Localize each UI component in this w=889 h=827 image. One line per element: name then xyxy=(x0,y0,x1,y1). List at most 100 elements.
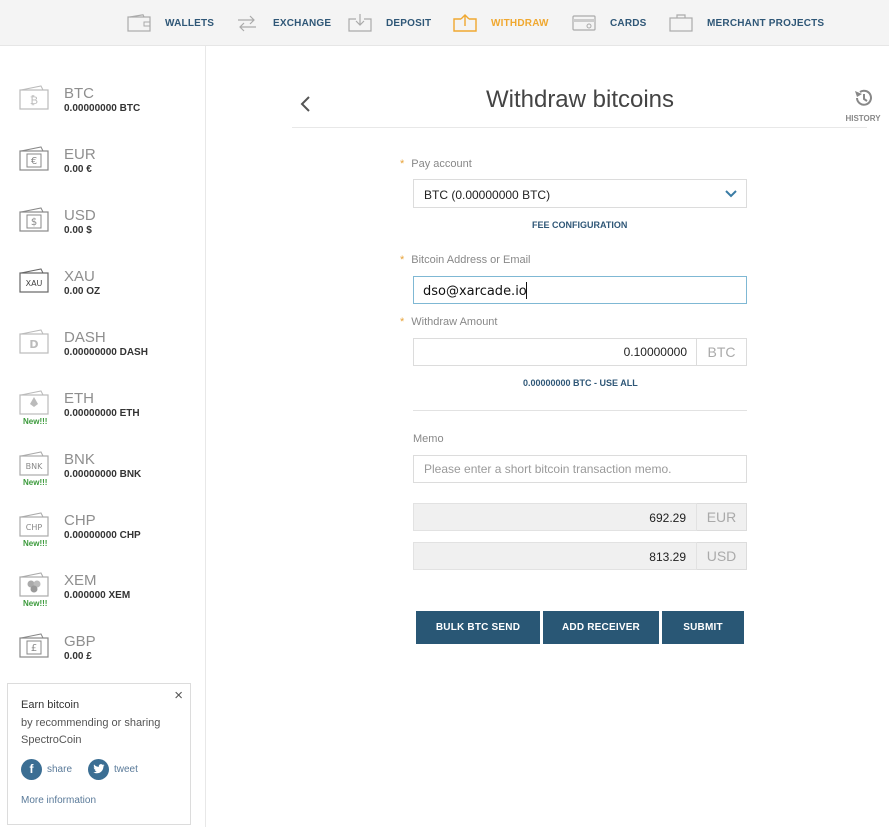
wallet-balance: 0.000000 XEM xyxy=(64,590,131,601)
wallet-balance: 0.00000000 BTC xyxy=(64,103,141,114)
required-star: * xyxy=(400,158,405,170)
wallet-item-bnk[interactable]: BNK BNK 0.00000000 BNK New!!! xyxy=(0,442,205,502)
share-twitter-link[interactable]: tweet xyxy=(88,758,138,780)
exchange-icon xyxy=(238,15,256,32)
address-input[interactable] xyxy=(423,282,738,300)
twitter-icon xyxy=(88,758,109,780)
memo-input[interactable] xyxy=(424,462,739,476)
memo-field[interactable] xyxy=(413,455,747,483)
amount-field[interactable] xyxy=(413,338,697,366)
referral-promo-box: × Earn bitcoin by recommending or sharin… xyxy=(7,683,191,825)
promo-title: Earn bitcoin xyxy=(21,699,80,711)
history-clock-icon xyxy=(855,89,872,106)
wallet-item-eth[interactable]: ETH 0.00000000 ETH New!!! xyxy=(0,381,205,441)
add-receiver-button[interactable]: ADD RECEIVER xyxy=(543,611,659,644)
chevron-down-icon xyxy=(725,190,737,198)
withdraw-icon xyxy=(453,14,477,32)
bitcoin-wallet-icon: ₿ xyxy=(19,85,49,110)
wallet-item-chp[interactable]: CHP CHP 0.00000000 CHP New!!! xyxy=(0,503,205,563)
wallet-code: CHP xyxy=(64,512,96,529)
memo-label: Memo xyxy=(413,433,444,445)
wallet-balance: 0.00 € xyxy=(64,164,92,175)
wallet-code: EUR xyxy=(64,146,96,163)
wallet-item-xau[interactable]: XAU XAU 0.00 OZ xyxy=(0,259,205,319)
svg-text:€: € xyxy=(31,156,37,167)
usd-unit: USD xyxy=(697,542,747,570)
svg-text:₿: ₿ xyxy=(30,94,38,107)
promo-text: by recommending or sharing SpectroCoin xyxy=(21,717,161,746)
wallet-item-gbp[interactable]: £ GBP 0.00 £ xyxy=(0,624,205,684)
nav-deposit[interactable]: DEPOSIT xyxy=(348,0,431,46)
wallet-code: XEM xyxy=(64,572,97,589)
amount-input[interactable] xyxy=(427,345,687,359)
history-button[interactable]: HISTORY xyxy=(838,88,888,123)
top-navigation: WALLETS EXCHANGE DEPOSIT WITHDRAW CARDS … xyxy=(0,0,889,46)
more-information-link[interactable]: More information xyxy=(21,795,96,806)
share-facebook-link[interactable]: f share xyxy=(21,758,72,780)
svg-text:BNK: BNK xyxy=(26,462,43,471)
facebook-icon: f xyxy=(21,758,42,780)
nav-exchange[interactable]: EXCHANGE xyxy=(235,0,331,46)
tweet-label: tweet xyxy=(114,763,138,775)
wallet-item-btc[interactable]: ₿ BTC 0.00000000 BTC xyxy=(0,76,205,136)
submit-button[interactable]: SUBMIT xyxy=(662,611,744,644)
svg-text:£: £ xyxy=(31,643,37,654)
svg-text:$: $ xyxy=(31,217,37,228)
wallet-sidebar: ₿ BTC 0.00000000 BTC € EUR 0.00 € $ USD … xyxy=(0,46,206,827)
new-badge: New!!! xyxy=(23,599,48,608)
fee-configuration-link[interactable]: FEE CONFIGURATION xyxy=(532,220,627,230)
label-text: Bitcoin Address or Email xyxy=(411,254,531,266)
dash-wallet-icon: D xyxy=(19,329,49,354)
share-label: share xyxy=(47,763,73,775)
eur-conversion-field: 692.29 xyxy=(413,503,697,531)
nav-label: WALLETS xyxy=(165,17,215,29)
wallet-balance: 0.00 OZ xyxy=(64,286,101,297)
label-text: Withdraw Amount xyxy=(411,316,498,328)
euro-wallet-icon: € xyxy=(19,146,49,171)
nav-label: WITHDRAW xyxy=(491,17,549,29)
bulk-btc-send-button[interactable]: BULK BTC SEND xyxy=(416,611,540,644)
nav-label: MERCHANT PROJECTS xyxy=(707,17,825,29)
use-all-link[interactable]: 0.00000000 BTC - USE ALL xyxy=(523,378,638,388)
close-icon[interactable]: × xyxy=(174,687,183,704)
pay-account-select[interactable]: BTC (0.00000000 BTC) xyxy=(413,179,747,208)
new-badge: New!!! xyxy=(23,539,48,548)
dollar-wallet-icon: $ xyxy=(19,207,49,232)
label-text: Pay account xyxy=(411,158,472,170)
wallet-balance: 0.00 $ xyxy=(64,225,92,236)
amount-label: * Withdraw Amount xyxy=(400,316,497,328)
wallet-code: DASH xyxy=(64,329,106,346)
pound-wallet-icon: £ xyxy=(19,633,49,658)
required-star: * xyxy=(400,254,405,266)
title-divider xyxy=(292,127,867,128)
gold-wallet-icon: XAU xyxy=(19,268,49,293)
wallet-code: USD xyxy=(64,207,96,224)
wallet-item-usd[interactable]: $ USD 0.00 $ xyxy=(0,198,205,258)
svg-text:XAU: XAU xyxy=(26,279,43,288)
eur-value: 692.29 xyxy=(649,511,686,525)
wallet-item-dash[interactable]: D DASH 0.00000000 DASH xyxy=(0,320,205,380)
nav-wallets[interactable]: WALLETS xyxy=(127,0,214,46)
nav-label: EXCHANGE xyxy=(273,17,332,29)
ethereum-wallet-icon xyxy=(19,390,49,415)
back-chevron-icon[interactable] xyxy=(296,92,316,116)
new-badge: New!!! xyxy=(23,417,48,426)
wallet-balance: 0.00000000 CHP xyxy=(64,530,141,541)
pay-account-label: * Pay account xyxy=(400,158,472,170)
wallet-item-xem[interactable]: XEM 0.000000 XEM New!!! xyxy=(0,563,205,623)
bnk-wallet-icon: BNK xyxy=(19,451,49,476)
amount-unit: BTC xyxy=(697,338,747,366)
wallet-balance: 0.00000000 BNK xyxy=(64,469,142,480)
required-star: * xyxy=(400,316,405,328)
wallet-code: BNK xyxy=(64,451,95,468)
nav-withdraw[interactable]: WITHDRAW xyxy=(453,0,549,46)
svg-text:CHP: CHP xyxy=(26,523,43,532)
eur-unit: EUR xyxy=(697,503,747,531)
nav-cards[interactable]: CARDS xyxy=(572,0,647,46)
nav-merchant-projects[interactable]: MERCHANT PROJECTS xyxy=(669,0,824,46)
wallet-item-eur[interactable]: € EUR 0.00 € xyxy=(0,137,205,197)
address-field[interactable] xyxy=(413,276,747,304)
usd-conversion-field: 813.29 xyxy=(413,542,697,570)
wallet-code: XAU xyxy=(64,268,95,285)
briefcase-icon xyxy=(669,14,693,32)
